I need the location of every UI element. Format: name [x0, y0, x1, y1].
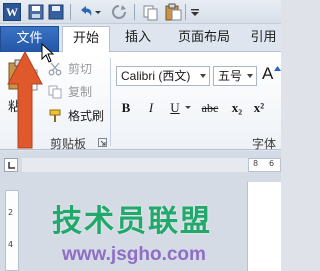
document-page[interactable] — [247, 182, 281, 271]
ruler-margin — [22, 158, 249, 172]
copy-icon — [48, 85, 62, 99]
mouse-cursor-icon — [41, 43, 55, 63]
tab-references[interactable]: 引用 — [246, 26, 281, 52]
grow-font-arrow-icon — [274, 66, 281, 71]
redo-icon[interactable] — [110, 3, 128, 21]
italic-button[interactable]: I — [144, 98, 158, 118]
font-name-select[interactable]: Calibri (西文) — [116, 66, 210, 86]
ruler-tick-2: 2 — [8, 208, 14, 217]
vertical-ruler[interactable] — [5, 190, 19, 271]
ruler-tick-4: 4 — [8, 240, 14, 249]
word-logo-icon[interactable]: W — [3, 3, 21, 21]
qat-separator — [70, 4, 71, 20]
format-painter-label: 格式刷 — [68, 109, 105, 123]
qat-separator — [185, 4, 186, 20]
save-icon[interactable] — [27, 3, 45, 21]
tab-home[interactable]: 开始 — [62, 26, 110, 53]
underline-dropdown-icon[interactable] — [184, 104, 192, 112]
quick-access-toolbar: W — [0, 0, 281, 24]
tab-stop-selector[interactable] — [4, 158, 18, 172]
copy-label: 复制 — [68, 85, 93, 99]
font-name-value: Calibri (西文) — [121, 69, 191, 83]
copy-button[interactable]: 复制 — [48, 82, 92, 102]
font-size-dropdown-icon — [247, 74, 253, 78]
clipboard-group-label: 剪贴板 — [50, 137, 87, 151]
copy-icon[interactable] — [142, 3, 160, 21]
format-painter-button[interactable]: 格式刷 — [48, 106, 104, 126]
subscript-button[interactable]: x₂ — [228, 98, 246, 118]
underline-button[interactable]: U — [168, 98, 182, 118]
customize-qat-icon[interactable] — [189, 3, 201, 21]
watermark-url: www.jsgho.com — [62, 244, 206, 265]
ruler-tick-8: 8 — [253, 159, 259, 168]
font-group-label: 字体 — [252, 137, 277, 151]
annotation-arrow-icon — [7, 50, 43, 149]
tab-insert[interactable]: 插入 — [118, 26, 158, 52]
qat-separator — [134, 4, 135, 20]
font-size-value: 五号 — [218, 69, 243, 83]
left-tab-icon — [8, 162, 15, 169]
font-name-dropdown-icon — [200, 74, 206, 78]
scissors-icon — [48, 62, 62, 76]
superscript-button[interactable]: x² — [250, 98, 268, 118]
strikethrough-button[interactable]: abc — [198, 98, 222, 118]
group-separator — [110, 58, 111, 146]
paste-icon[interactable] — [164, 3, 182, 21]
undo-dropdown-icon[interactable] — [93, 3, 103, 21]
bold-button[interactable]: B — [118, 98, 134, 118]
tab-page-layout[interactable]: 页面布局 — [172, 26, 236, 52]
grow-font-button[interactable]: A — [262, 64, 273, 84]
ruler-tick-6: 6 — [269, 159, 275, 168]
format-painter-icon — [49, 109, 61, 122]
clipboard-launcher-icon[interactable] — [98, 138, 107, 147]
watermark-title: 技术员联盟 — [52, 204, 212, 239]
cut-label: 剪切 — [68, 62, 93, 76]
disk-icon[interactable] — [47, 3, 65, 21]
font-size-select[interactable]: 五号 — [213, 66, 257, 86]
